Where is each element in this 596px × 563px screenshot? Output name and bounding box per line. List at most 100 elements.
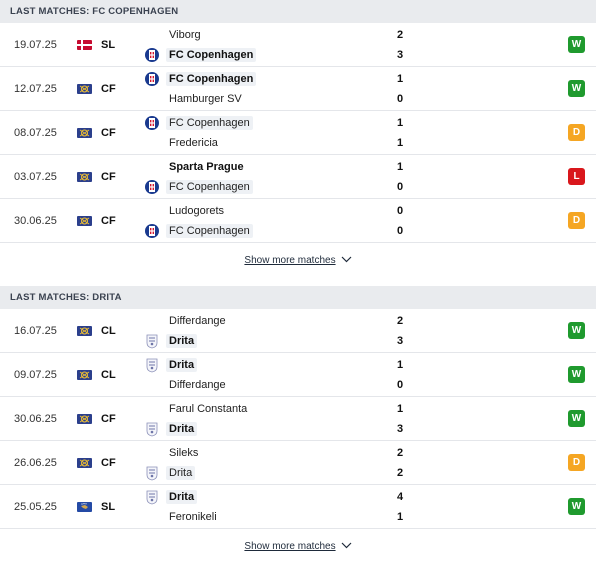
home-team-name: Drita (166, 358, 198, 372)
away-team-name: Drita (166, 334, 198, 348)
away-score: 1 (396, 137, 404, 149)
international-flag-icon (77, 458, 92, 468)
home-team-name: Farul Constanta (169, 403, 248, 415)
result-badge: W (568, 36, 585, 53)
away-team[interactable]: FC Copenhagen (144, 178, 253, 196)
matches-section: LAST MATCHES: FC COPENHAGEN 19.07.25 SL Vi… (0, 0, 596, 278)
home-team-name: FC Copenhagen (166, 116, 253, 130)
away-team[interactable]: Feronikeli (144, 508, 220, 526)
show-more-matches-link[interactable]: Show more matches (0, 243, 596, 278)
match-date: 12.07.25 (14, 83, 57, 95)
drita-crest-icon (144, 333, 160, 349)
away-score: 0 (396, 225, 404, 237)
match-date: 30.06.25 (14, 215, 57, 227)
home-score: 1 (396, 161, 404, 173)
match-date: 09.07.25 (14, 369, 57, 381)
match-row[interactable]: 30.06.25 CF Farul Constanta Drita 1 3 W (0, 397, 596, 441)
show-more-matches-link[interactable]: Show more matches (0, 529, 596, 563)
away-score: 3 (396, 49, 404, 61)
result-badge: L (568, 168, 585, 185)
home-team[interactable]: Differdange (144, 312, 229, 330)
away-team-name: Differdange (169, 379, 226, 391)
section-header: LAST MATCHES: DRITA (0, 286, 596, 309)
show-more-label: Show more matches (244, 255, 336, 266)
result-badge: D (568, 212, 585, 229)
away-team-name: Drita (166, 422, 198, 436)
denmark-flag-icon (77, 40, 92, 50)
international-flag-icon (77, 84, 92, 94)
result-badge: W (568, 410, 585, 427)
away-team-name: FC Copenhagen (166, 180, 253, 194)
drita-crest-icon (144, 421, 160, 437)
match-date: 16.07.25 (14, 325, 57, 337)
show-more-label: Show more matches (244, 541, 336, 552)
away-team-name: Fredericia (169, 137, 218, 149)
home-team[interactable]: Ludogorets (144, 202, 227, 220)
home-score: 1 (396, 117, 404, 129)
home-team-name: Differdange (169, 315, 226, 327)
home-team-name: Viborg (169, 29, 201, 41)
result-badge: W (568, 322, 585, 339)
away-team[interactable]: FC Copenhagen (144, 222, 253, 240)
away-score: 3 (396, 423, 404, 435)
home-team-name: Sparta Prague (169, 161, 244, 173)
away-score: 0 (396, 379, 404, 391)
home-team[interactable]: Drita (144, 488, 198, 506)
away-team[interactable]: Drita (144, 464, 196, 482)
home-score: 2 (396, 447, 404, 459)
match-row[interactable]: 30.06.25 CF Ludogorets FC Copenhagen 0 0 D (0, 199, 596, 243)
match-row[interactable]: 19.07.25 SL Viborg FC Copenhagen 2 3 W (0, 23, 596, 67)
competition-label: CF (101, 171, 116, 183)
match-row[interactable]: 26.06.25 CF Sileks Drita 2 2 D (0, 441, 596, 485)
section-header: LAST MATCHES: FC COPENHAGEN (0, 0, 596, 23)
competition-label: SL (101, 501, 116, 513)
fc-copenhagen-crest-icon (144, 47, 160, 63)
home-team[interactable]: Sileks (144, 444, 201, 462)
international-flag-icon (77, 326, 92, 336)
home-team[interactable]: FC Copenhagen (144, 70, 257, 88)
last-matches-panel: LAST MATCHES: FC COPENHAGEN 19.07.25 SL Vi… (0, 0, 596, 563)
away-score: 3 (396, 335, 404, 347)
home-team[interactable]: FC Copenhagen (144, 114, 253, 132)
match-row[interactable]: 03.07.25 CF Sparta Prague FC Copenhagen 1 0 L (0, 155, 596, 199)
match-row[interactable]: 12.07.25 CF FC Copenhagen Hamburger SV 1 0 W (0, 67, 596, 111)
away-score: 0 (396, 181, 404, 193)
away-team-name: Hamburger SV (169, 93, 242, 105)
result-badge: W (568, 498, 585, 515)
away-team[interactable]: Differdange (144, 376, 229, 394)
home-team[interactable]: Sparta Prague (144, 158, 247, 176)
international-flag-icon (77, 414, 92, 424)
away-team[interactable]: Drita (144, 420, 198, 438)
home-team[interactable]: Viborg (144, 26, 204, 44)
international-flag-icon (77, 172, 92, 182)
competition-label: CL (101, 325, 116, 337)
match-date: 08.07.25 (14, 127, 57, 139)
matches-section: LAST MATCHES: DRITA 16.07.25 CL Differdang… (0, 286, 596, 563)
international-flag-icon (77, 370, 92, 380)
home-score: 4 (396, 491, 404, 503)
away-team[interactable]: FC Copenhagen (144, 46, 257, 64)
away-team[interactable]: Hamburger SV (144, 90, 245, 108)
home-score: 0 (396, 205, 404, 217)
match-date: 03.07.25 (14, 171, 57, 183)
away-score: 1 (396, 511, 404, 523)
competition-label: CF (101, 83, 116, 95)
match-row[interactable]: 16.07.25 CL Differdange Drita 2 3 W (0, 309, 596, 353)
competition-label: CF (101, 413, 116, 425)
drita-crest-icon (144, 465, 160, 481)
result-badge: W (568, 366, 585, 383)
competition-label: CF (101, 457, 116, 469)
home-team-name: Ludogorets (169, 205, 225, 217)
result-badge: D (568, 454, 585, 471)
fc-copenhagen-crest-icon (144, 115, 160, 131)
away-team[interactable]: Drita (144, 332, 198, 350)
match-row[interactable]: 25.05.25 SL Drita Feronikeli 4 1 W (0, 485, 596, 529)
away-team-name: Drita (166, 466, 196, 480)
home-score: 1 (396, 359, 404, 371)
home-team-name: Sileks (169, 447, 199, 459)
away-team[interactable]: Fredericia (144, 134, 221, 152)
match-row[interactable]: 09.07.25 CL Drita Differdange 1 0 W (0, 353, 596, 397)
home-team[interactable]: Drita (144, 356, 198, 374)
home-team[interactable]: Farul Constanta (144, 400, 250, 418)
match-row[interactable]: 08.07.25 CF FC Copenhagen Fredericia 1 1 D (0, 111, 596, 155)
